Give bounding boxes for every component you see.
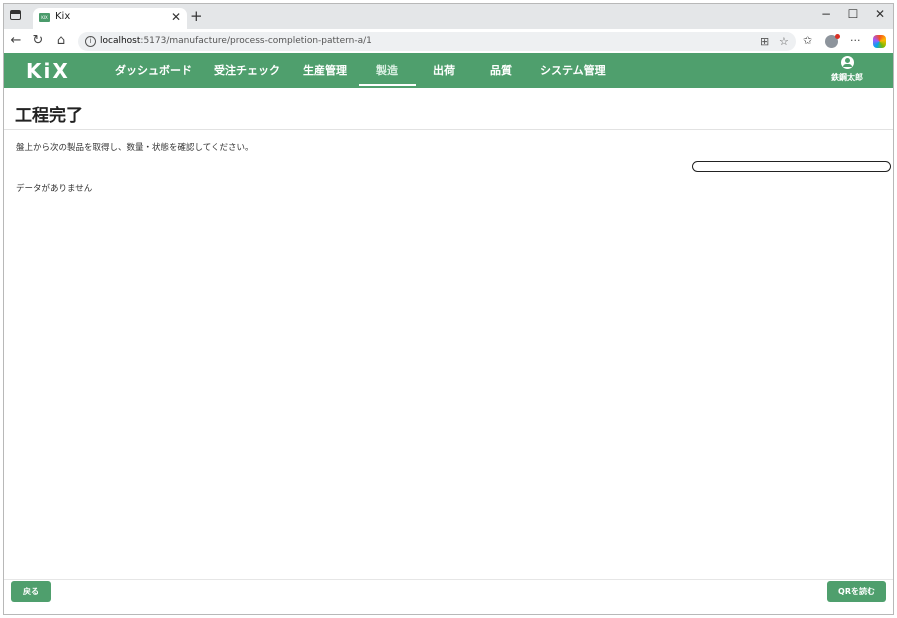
new-tab-icon[interactable]: +	[190, 7, 203, 25]
browser-window: KIX Kix ✕ + − ☐ ✕ ← ↻ ⌂ i localhost:5173…	[3, 3, 894, 615]
browser-toolbar: ← ↻ ⌂ i localhost:5173/manufacture/proce…	[4, 29, 893, 53]
close-tab-icon[interactable]: ✕	[171, 10, 181, 24]
active-nav-indicator	[359, 84, 416, 86]
minimize-icon[interactable]: −	[816, 7, 836, 21]
user-account-icon	[840, 56, 854, 69]
url-text: localhost:5173/manufacture/process-compl…	[100, 36, 372, 46]
kix-favicon-icon: KIX	[39, 13, 50, 22]
back-icon[interactable]: ←	[8, 33, 24, 48]
browser-tab[interactable]: KIX Kix ✕	[33, 8, 187, 29]
profile-icon[interactable]	[825, 34, 840, 48]
nav-dashboard[interactable]: ダッシュボード	[115, 53, 192, 88]
user-name: 鉄鋼太郎	[831, 73, 863, 82]
more-options-icon[interactable]: ···	[850, 34, 861, 47]
address-bar[interactable]: i localhost:5173/manufacture/process-com…	[78, 32, 796, 51]
reload-icon[interactable]: ↻	[30, 33, 46, 48]
close-window-icon[interactable]: ✕	[870, 7, 890, 21]
tab-strip: KIX Kix ✕ + − ☐ ✕	[4, 4, 893, 29]
site-info-icon[interactable]: i	[85, 36, 96, 47]
copilot-icon[interactable]	[873, 35, 886, 48]
favorites-icon[interactable]: ✩	[803, 34, 812, 47]
title-divider	[4, 129, 893, 130]
scan-input[interactable]	[692, 161, 891, 172]
nav-shipping[interactable]: 出荷	[433, 53, 455, 88]
tab-title: Kix	[55, 11, 71, 22]
back-button[interactable]: 戻る	[11, 581, 51, 602]
nav-quality[interactable]: 品質	[490, 53, 512, 88]
nav-manufacturing[interactable]: 製造	[376, 53, 398, 88]
nav-production-management[interactable]: 生産管理	[303, 53, 347, 88]
footer-divider	[4, 579, 893, 580]
nav-order-check[interactable]: 受注チェック	[214, 53, 280, 88]
instruction-text: 盤上から次の製品を取得し、数量・状態を確認してください。	[16, 143, 254, 153]
app-header: KiX ダッシュボード 受注チェック 生産管理 製造 出荷 品質 システム管理 …	[4, 53, 893, 88]
window-menu-icon[interactable]	[10, 10, 24, 22]
page-title: 工程完了	[15, 106, 83, 126]
kix-logo[interactable]: KiX	[26, 59, 70, 83]
home-icon[interactable]: ⌂	[53, 33, 69, 48]
empty-data-message: データがありません	[16, 184, 93, 194]
nav-system-management[interactable]: システム管理	[540, 53, 606, 88]
user-menu[interactable]: 鉄鋼太郎	[822, 56, 872, 83]
favorite-star-icon[interactable]: ☆	[779, 35, 789, 48]
maximize-icon[interactable]: ☐	[843, 7, 863, 21]
read-qr-button[interactable]: QRを読む	[827, 581, 886, 602]
translate-icon[interactable]: ⊞	[760, 35, 769, 48]
